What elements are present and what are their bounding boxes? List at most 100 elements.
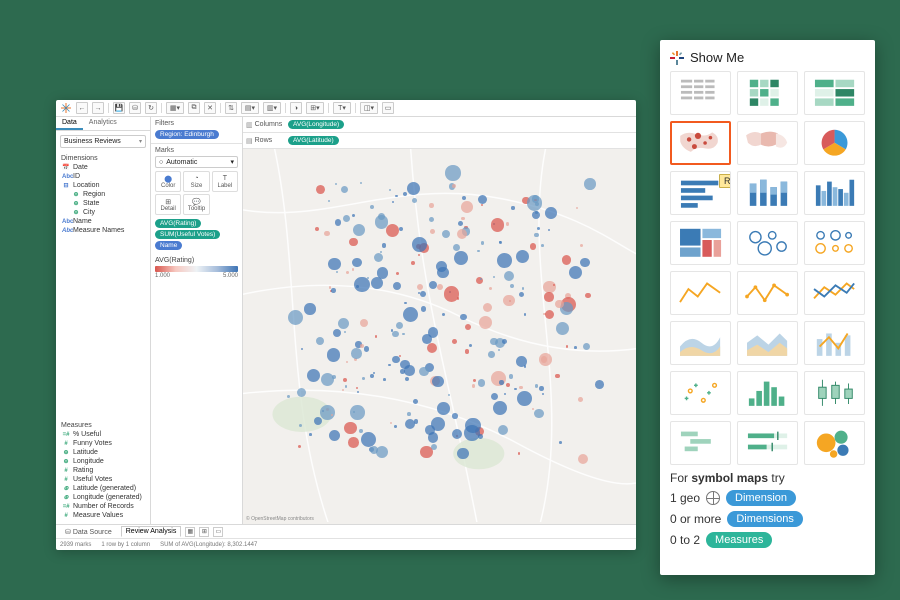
chart-dual-line[interactable] — [804, 271, 865, 315]
abc-icon: Abc — [62, 219, 70, 225]
chart-highlight-table[interactable] — [804, 71, 865, 115]
hint-qty-3: 0 to 2 — [670, 533, 700, 547]
chart-histogram[interactable] — [737, 371, 798, 415]
calendar-icon: 📅 — [62, 164, 70, 171]
chart-stacked-bar[interactable] — [737, 171, 798, 215]
sheet-tabs: ⛁ Data Source Review Analysis ▦ ⊞ ▭ — [56, 524, 636, 538]
field-funny-votes[interactable]: #Funny Votes — [62, 439, 148, 448]
filters-shelf[interactable]: Filters Region: Edinburgh — [151, 117, 242, 144]
chart-side-bar[interactable] — [804, 171, 865, 215]
chart-gantt[interactable] — [670, 421, 731, 465]
chart-filled-map[interactable] — [737, 121, 798, 165]
field-state[interactable]: ⊕State — [62, 199, 148, 208]
chart-bullet[interactable] — [737, 421, 798, 465]
tableau-logo-icon — [60, 102, 72, 114]
field-city[interactable]: ⊕City — [62, 208, 148, 217]
new-worksheet-button[interactable]: ▦▾ — [166, 102, 184, 114]
new-dashboard-button[interactable]: ⊞ — [199, 527, 209, 537]
mark-size-button[interactable]: ◔Size — [183, 171, 209, 192]
tableau-app-window: ← → 💾 ⛁ ↻ ▦▾ ⧉ ✕ ⇅ ▤▾ ▥▾ ◑ ⊞▾ T▾ ◫▾ ▭ Da… — [56, 100, 636, 550]
field-lon-gen[interactable]: ⊕Longitude (generated) — [62, 493, 148, 502]
rows-pill[interactable]: AVG(Latitude) — [288, 136, 339, 145]
globe-icon: ⊕ — [62, 449, 70, 456]
status-agg: SUM of AVG(Longitude): 8,302.1447 — [160, 542, 257, 548]
marks-type-select[interactable]: ○Automatic ▾ — [155, 156, 238, 168]
mark-color-button[interactable]: ⬤Color — [155, 171, 181, 192]
chart-pie[interactable] — [804, 121, 865, 165]
chart-circle-views[interactable] — [737, 221, 798, 265]
chart-symbol-map[interactable] — [670, 121, 731, 165]
circle-icon: ○ — [159, 159, 163, 166]
columns-pill[interactable]: AVG(Longitude) — [288, 120, 344, 129]
tab-analytics[interactable]: Analytics — [83, 117, 123, 130]
sort-desc-button[interactable]: ▥▾ — [263, 102, 281, 114]
field-location[interactable]: ⊟Location — [62, 181, 148, 190]
field-longitude[interactable]: ⊕Longitude — [62, 457, 148, 466]
mark-detail-button[interactable]: ⊞Detail — [155, 194, 181, 215]
back-button[interactable]: ← — [76, 102, 88, 114]
field-num-records[interactable]: =#Number of Records — [62, 502, 148, 511]
forward-button[interactable]: → — [92, 102, 104, 114]
new-sheet-button[interactable]: ▦ — [185, 527, 195, 537]
chart-line-cont[interactable] — [670, 271, 731, 315]
rows-shelf[interactable]: ▤Rows AVG(Latitude) — [243, 133, 636, 149]
field-measure-values[interactable]: #Measure Values — [62, 511, 148, 520]
save-button[interactable]: 💾 — [113, 102, 125, 114]
sort-asc-button[interactable]: ▤▾ — [241, 102, 259, 114]
mark-pill-name[interactable]: Name — [155, 241, 182, 250]
chart-hbar[interactable]: Recommended — [670, 171, 731, 215]
field-lat-gen[interactable]: ⊕Latitude (generated) — [62, 484, 148, 493]
columns-shelf[interactable]: ▥Columns AVG(Longitude) — [243, 117, 636, 133]
data-source-icon: ⛁ — [65, 529, 71, 536]
field-region[interactable]: ⊕Region — [62, 190, 148, 199]
field-date[interactable]: 📅Date — [62, 163, 148, 172]
color-legend[interactable]: AVG(Rating) 1.0005.000 — [151, 254, 242, 282]
refresh-button[interactable]: ↻ — [145, 102, 157, 114]
field-id[interactable]: AbcID — [62, 172, 148, 181]
mark-pill-useful[interactable]: SUM(Useful Votes) — [155, 230, 220, 239]
fit-button[interactable]: ◫▾ — [360, 102, 378, 114]
hint-qty-1: 1 geo — [670, 491, 700, 505]
field-rating[interactable]: #Rating — [62, 466, 148, 475]
mark-pill-rating[interactable]: AVG(Rating) — [155, 219, 201, 228]
status-marks: 2939 marks — [60, 542, 91, 548]
mark-tooltip-button[interactable]: 💬Tooltip — [183, 194, 209, 215]
chart-dual-combo[interactable] — [804, 321, 865, 365]
chevron-down-icon: ▾ — [139, 138, 142, 145]
highlight-button[interactable]: ◑ — [290, 102, 302, 114]
chart-heat-map[interactable] — [737, 71, 798, 115]
chart-side-circles[interactable] — [804, 221, 865, 265]
chart-treemap[interactable] — [670, 221, 731, 265]
duplicate-button[interactable]: ⧉ — [188, 102, 200, 114]
chart-packed-bubbles[interactable] — [804, 421, 865, 465]
field-useful-votes[interactable]: #Useful Votes — [62, 475, 148, 484]
field-latitude[interactable]: ⊕Latitude — [62, 448, 148, 457]
mark-label-button[interactable]: TLabel — [212, 171, 238, 192]
chart-area-disc[interactable] — [737, 321, 798, 365]
clear-button[interactable]: ✕ — [204, 102, 216, 114]
field-measure-names[interactable]: AbcMeasure Names — [62, 226, 148, 235]
globe-icon: ⊕ — [62, 485, 70, 492]
filter-pill-region[interactable]: Region: Edinburgh — [155, 130, 219, 139]
chart-line-disc[interactable] — [737, 271, 798, 315]
marks-label: Marks — [155, 147, 238, 154]
tab-review-analysis[interactable]: Review Analysis — [121, 526, 182, 537]
swap-button[interactable]: ⇅ — [225, 102, 237, 114]
chart-area-cont[interactable] — [670, 321, 731, 365]
chart-scatter[interactable] — [670, 371, 731, 415]
globe-icon: ⊕ — [72, 191, 80, 198]
new-data-button[interactable]: ⛁ — [129, 102, 141, 114]
chart-text-table[interactable] — [670, 71, 731, 115]
field-name[interactable]: AbcName — [62, 217, 148, 226]
tab-data-source[interactable]: ⛁ Data Source — [60, 526, 117, 538]
chart-box-plot[interactable] — [804, 371, 865, 415]
new-story-button[interactable]: ▭ — [213, 527, 223, 537]
hierarchy-icon: ⊟ — [62, 182, 70, 189]
presentation-button[interactable]: ▭ — [382, 102, 394, 114]
group-button[interactable]: ⊞▾ — [306, 102, 324, 114]
labels-button[interactable]: T▾ — [333, 102, 351, 114]
field-pct-useful[interactable]: =#% Useful — [62, 430, 148, 439]
map-viz[interactable]: © OpenStreetMap contributors — [243, 149, 636, 524]
tab-data[interactable]: Data — [56, 117, 83, 130]
datasource-select[interactable]: Business Reviews ▾ — [60, 135, 146, 148]
